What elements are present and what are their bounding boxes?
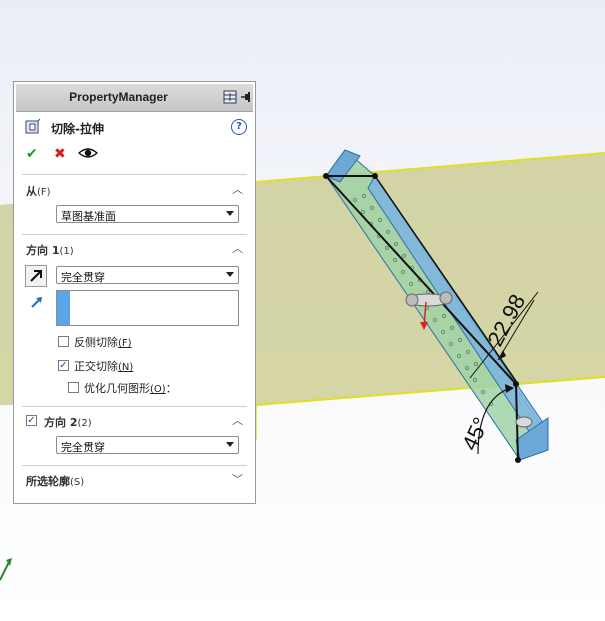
chevron-up-icon[interactable]: ︿ xyxy=(232,240,243,256)
flip-side-label: 反侧切除(F) xyxy=(74,336,132,349)
preview-eye-icon[interactable] xyxy=(77,145,99,165)
dropdown-arrow-icon xyxy=(226,442,234,447)
direction2-section-title[interactable]: 方向 2(2) xyxy=(44,414,92,430)
normal-cut-label: 正交切除(N) xyxy=(74,360,134,373)
dimension-angle-text[interactable]: 45° xyxy=(457,413,494,454)
direction2-end-condition-value: 完全贯穿 xyxy=(61,441,105,454)
help-icon[interactable]: ? xyxy=(231,119,247,135)
from-select[interactable]: 草图基准面 xyxy=(56,205,239,223)
reverse-direction-button[interactable] xyxy=(25,265,47,287)
direction2-checkbox[interactable]: ✓ xyxy=(26,415,37,426)
optimize-geometry-checkbox[interactable] xyxy=(68,382,79,393)
dropdown-arrow-icon xyxy=(226,272,234,277)
direction-reference-listbox[interactable] xyxy=(56,290,239,326)
section-divider xyxy=(22,174,247,175)
normal-cut-checkbox[interactable]: ✓ xyxy=(58,360,69,371)
reverse-direction-icon xyxy=(30,270,42,282)
extrude-cut-icon xyxy=(24,118,42,140)
pin-icon[interactable] xyxy=(240,89,253,108)
direction-vector-icon xyxy=(30,294,44,313)
selection-highlight xyxy=(57,291,70,325)
section-divider xyxy=(22,465,247,466)
expand-panel-icon[interactable] xyxy=(223,89,237,108)
direction1-section-title[interactable]: 方向 1(1) xyxy=(26,242,74,258)
sketch-point[interactable] xyxy=(323,173,329,179)
direction1-end-condition-value: 完全贯穿 xyxy=(61,271,105,284)
extrude-drag-handle-2[interactable] xyxy=(515,416,533,428)
section-divider xyxy=(22,234,247,235)
chevron-up-icon[interactable]: ︿ xyxy=(232,181,243,197)
feature-title-row: 切除-拉伸 ? xyxy=(24,118,249,138)
property-manager-panel: PropertyManager 切除-拉伸 ? ✔ ✖ 从(F) ︿ 草图基准面… xyxy=(13,81,256,504)
chevron-down-icon[interactable]: ﹀ xyxy=(232,471,243,487)
dropdown-arrow-icon xyxy=(226,211,234,216)
direction2-end-condition-select[interactable]: 完全贯穿 xyxy=(56,436,239,454)
cancel-button[interactable]: ✖ xyxy=(54,146,66,162)
optimize-geometry-label: 优化几何图形(O)： xyxy=(84,382,177,395)
sketch-point[interactable] xyxy=(372,173,378,179)
from-section-title[interactable]: 从(F) xyxy=(26,183,51,199)
section-divider xyxy=(22,406,247,407)
chevron-up-icon[interactable]: ︿ xyxy=(232,412,243,428)
from-select-value: 草图基准面 xyxy=(61,210,116,223)
selected-contours-section-title[interactable]: 所选轮廓(S) xyxy=(26,473,84,489)
sketch-point[interactable] xyxy=(515,457,521,463)
sketch-point[interactable] xyxy=(513,381,519,387)
flip-side-checkbox[interactable] xyxy=(58,336,69,347)
feature-title: 切除-拉伸 xyxy=(51,122,104,136)
ok-button[interactable]: ✔ xyxy=(26,146,38,162)
property-manager-header: PropertyManager xyxy=(16,84,253,112)
axis-triad-icon xyxy=(0,558,12,581)
direction1-end-condition-select[interactable]: 完全贯穿 xyxy=(56,266,239,284)
property-manager-title: PropertyManager xyxy=(69,90,168,104)
